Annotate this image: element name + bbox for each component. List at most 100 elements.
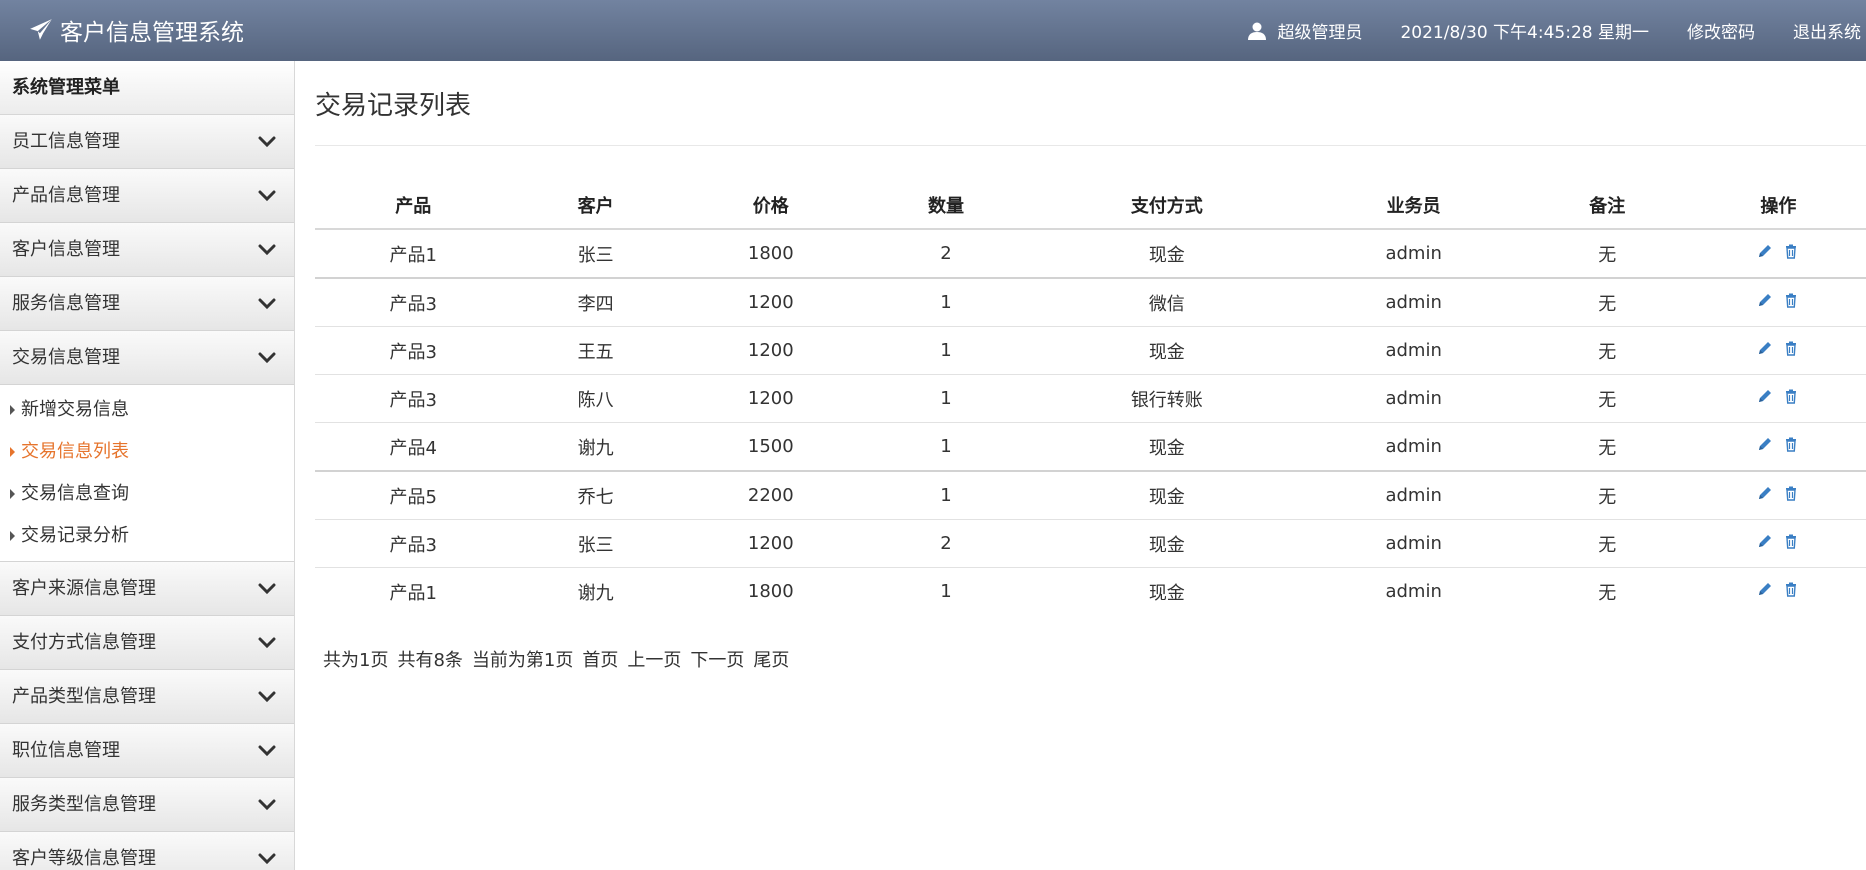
pager-prev[interactable]: 上一页 [627, 646, 681, 672]
table-row: 产品5 乔七 2200 1 现金 admin 无 [315, 470, 1866, 520]
table-cell: 无 [1523, 519, 1691, 568]
column-header: 客户 [511, 181, 680, 230]
page-title: 交易记录列表 [315, 91, 472, 121]
trash-icon[interactable] [1783, 533, 1799, 549]
sidebar-menu-label: 职位信息管理 [12, 740, 120, 761]
table-row: 产品3 王五 1200 1 现金 admin 无 [315, 326, 1866, 375]
transactions-table: 产品 客户 价格 数量 支付方式 业务员 备注 操作 产品1 张三 1800 2 现金 admin 无产品… [315, 181, 1866, 615]
table-cell: admin [1303, 470, 1524, 520]
table-row: 产品1 张三 1800 2 现金 admin 无 [315, 228, 1866, 278]
trash-icon[interactable] [1783, 243, 1799, 259]
sidebar-menu-label: 支付方式信息管理 [12, 632, 156, 653]
chevron-down-icon [258, 352, 276, 364]
pencil-icon[interactable] [1757, 485, 1773, 501]
sidebar-menu-item[interactable]: 服务类型信息管理 [0, 778, 294, 832]
trash-icon[interactable] [1783, 388, 1799, 404]
table-cell: 1 [861, 567, 1031, 615]
table-row: 产品1 谢九 1800 1 现金 admin 无 [315, 567, 1866, 615]
table-cell: 谢九 [511, 422, 680, 471]
table-cell: 产品3 [315, 374, 512, 423]
table-actions [1690, 470, 1866, 520]
table-cell: 微信 [1030, 277, 1304, 327]
logout-link[interactable]: 退出系统 [1793, 18, 1861, 43]
table-cell: 无 [1523, 326, 1691, 375]
sidebar-menu-label: 客户来源信息管理 [12, 578, 156, 599]
pencil-icon[interactable] [1757, 340, 1773, 356]
sidebar-menu-item[interactable]: 支付方式信息管理 [0, 616, 294, 670]
pencil-icon[interactable] [1757, 292, 1773, 308]
pager-total-pages: 共为1页 [323, 650, 389, 671]
sidebar-subitem[interactable]: 新增交易信息 [0, 389, 294, 431]
sidebar-menu-item[interactable]: 客户信息管理 [0, 223, 294, 277]
chevron-down-icon [258, 244, 276, 256]
pager-next[interactable]: 下一页 [690, 646, 744, 672]
table-cell: admin [1303, 519, 1524, 568]
sidebar-menu-item[interactable]: 服务信息管理 [0, 277, 294, 331]
sidebar-menu-label: 产品信息管理 [12, 185, 120, 206]
trash-icon[interactable] [1783, 292, 1799, 308]
sidebar-menu-item[interactable]: 产品信息管理 [0, 169, 294, 223]
table-cell: 1 [861, 422, 1031, 471]
table-cell: 产品5 [315, 470, 512, 520]
caret-right-icon [10, 489, 15, 499]
table-cell: admin [1303, 374, 1524, 423]
pencil-icon[interactable] [1757, 388, 1773, 404]
trash-icon[interactable] [1783, 340, 1799, 356]
table-actions [1690, 519, 1866, 568]
current-user: 超级管理员 [1247, 18, 1362, 43]
table-cell: admin [1303, 567, 1524, 615]
chevron-down-icon [258, 298, 276, 310]
chevron-down-icon [258, 799, 276, 811]
chevron-down-icon [258, 190, 276, 202]
table-cell: 无 [1523, 567, 1691, 615]
table-cell: 无 [1523, 470, 1691, 520]
sidebar-menu-item[interactable]: 产品类型信息管理 [0, 670, 294, 724]
table-cell: admin [1303, 228, 1524, 278]
sidebar-subitem-label: 交易信息查询 [21, 483, 129, 504]
table-cell: 李四 [511, 277, 680, 327]
sidebar-subitem[interactable]: 交易信息列表 [0, 431, 294, 473]
caret-right-icon [10, 531, 15, 541]
sidebar-menu-item[interactable]: 交易信息管理 [0, 331, 294, 385]
pager-last[interactable]: 尾页 [753, 646, 789, 672]
trash-icon[interactable] [1783, 436, 1799, 452]
table-cell: 张三 [511, 228, 680, 278]
table-cell: 现金 [1030, 422, 1304, 471]
table-cell: 1800 [679, 228, 862, 278]
pencil-icon[interactable] [1757, 533, 1773, 549]
table-header-row: 产品 客户 价格 数量 支付方式 业务员 备注 操作 [315, 181, 1866, 230]
column-header: 支付方式 [1030, 181, 1304, 230]
pager-first[interactable]: 首页 [582, 646, 618, 672]
table-cell: admin [1303, 326, 1524, 375]
pagination: 共为1页 共有8条 当前为第1页 首页 上一页 下一页 尾页 [323, 646, 789, 672]
sidebar: 系统管理菜单 员工信息管理 产品信息管理 客户信息管理 服务信息管理 交易信息管理 新增… [0, 61, 295, 870]
table-actions [1690, 277, 1866, 327]
table-cell: 产品4 [315, 422, 512, 471]
chevron-down-icon [258, 691, 276, 703]
table-row: 产品4 谢九 1500 1 现金 admin 无 [315, 422, 1866, 471]
sidebar-menu-item[interactable]: 员工信息管理 [0, 115, 294, 169]
sidebar-menu-item[interactable]: 客户等级信息管理 [0, 832, 294, 870]
sidebar-subitem[interactable]: 交易信息查询 [0, 473, 294, 515]
change-password-link[interactable]: 修改密码 [1687, 18, 1755, 43]
trash-icon[interactable] [1783, 581, 1799, 597]
pencil-icon[interactable] [1757, 436, 1773, 452]
sidebar-subitem[interactable]: 交易记录分析 [0, 515, 294, 557]
sidebar-menu-item[interactable]: 客户来源信息管理 [0, 562, 294, 616]
user-icon [1248, 22, 1267, 40]
table-cell: 谢九 [511, 567, 680, 615]
table-cell: 现金 [1030, 326, 1304, 375]
sidebar-menu-label: 交易信息管理 [12, 347, 120, 368]
chevron-down-icon [258, 745, 276, 757]
trash-icon[interactable] [1783, 485, 1799, 501]
brand: 客户信息管理系统 [28, 12, 244, 48]
sidebar-submenu: 新增交易信息交易信息列表交易信息查询交易记录分析 [0, 385, 294, 562]
sidebar-subitem-label: 新增交易信息 [21, 399, 129, 420]
pencil-icon[interactable] [1757, 581, 1773, 597]
pencil-icon[interactable] [1757, 243, 1773, 259]
table-actions [1690, 374, 1866, 423]
table-row: 产品3 陈八 1200 1 银行转账 admin 无 [315, 374, 1866, 423]
sidebar-menu-label: 服务类型信息管理 [12, 794, 156, 815]
chevron-down-icon [258, 853, 276, 865]
sidebar-menu-item[interactable]: 职位信息管理 [0, 724, 294, 778]
